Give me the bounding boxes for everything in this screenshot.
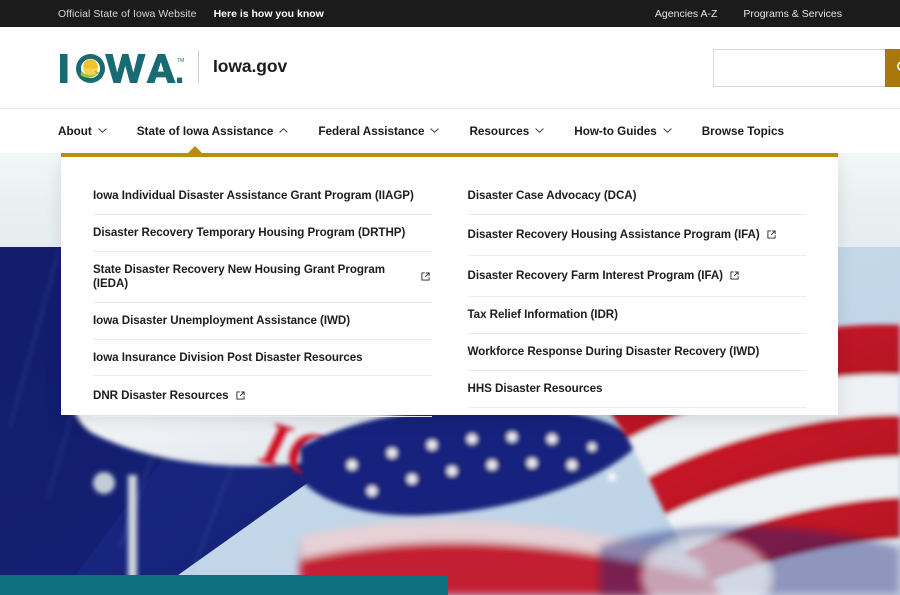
nav-label: Browse Topics: [701, 124, 784, 138]
nav-label: How-to Guides: [574, 124, 657, 138]
nav-label: Resources: [469, 124, 530, 138]
chevron-up-icon: [279, 126, 288, 134]
search-input[interactable]: [713, 48, 885, 87]
external-link-icon: [767, 226, 776, 244]
official-site-text: Official State of Iowa Website: [58, 7, 197, 20]
chevron-down-icon: [430, 126, 440, 134]
dropdown-item[interactable]: Disaster Case Advocacy (DCA): [467, 178, 806, 215]
nav-item-resources[interactable]: Resources: [469, 109, 544, 154]
primary-navigation: About State of Iowa Assistance Federal A…: [0, 108, 900, 153]
iowa-logo: TM: [58, 49, 186, 87]
dropdown-item[interactable]: Disaster Recovery Housing Assistance Pro…: [467, 215, 806, 256]
external-link-icon: [235, 387, 245, 405]
dropdown-item-label: Iowa Disaster Unemployment Assistance (I…: [93, 313, 351, 327]
site-title: Iowa.gov: [213, 56, 288, 76]
nav-label: About: [58, 124, 92, 138]
nav-item-about[interactable]: About: [58, 109, 107, 154]
dropdown-item[interactable]: Tax Relief Information (IDR): [467, 297, 806, 334]
svg-text:TM: TM: [177, 58, 184, 64]
agencies-a-z-link[interactable]: Agencies A-Z: [655, 8, 717, 20]
dropdown-item[interactable]: DNR Disaster Resources: [93, 376, 432, 418]
government-banner-links: Agencies A-Z Programs & Services: [655, 8, 842, 20]
site-header: TM Iowa.gov: [0, 27, 900, 108]
dropdown-item-label: Iowa Individual Disaster Assistance Gran…: [93, 189, 414, 202]
government-banner: Official State of Iowa Website Here is h…: [0, 0, 900, 27]
dropdown-item[interactable]: HHS Disaster Resources: [467, 371, 806, 408]
dropdown-item[interactable]: Iowa Insurance Division Post Disaster Re…: [93, 340, 432, 377]
dropdown-item-label: Workforce Response During Disaster Recov…: [467, 344, 760, 358]
government-banner-inner: Official State of Iowa Website Here is h…: [0, 8, 900, 20]
site-search: [713, 48, 900, 87]
chevron-down-icon: [535, 126, 544, 134]
programs-services-link[interactable]: Programs & Services: [743, 8, 842, 20]
dropdown-item-label: DNR Disaster Resources: [93, 389, 229, 403]
how-you-know-link[interactable]: Here is how you know: [214, 8, 324, 20]
dropdown-item-label: Disaster Recovery Housing Assistance Pro…: [467, 227, 760, 241]
dropdown-item[interactable]: Iowa Individual Disaster Assistance Gran…: [93, 178, 432, 215]
dropdown-item[interactable]: Workforce Response During Disaster Recov…: [467, 334, 806, 371]
dropdown-item[interactable]: State Disaster Recovery New Housing Gran…: [93, 252, 432, 303]
dropdown-column-left: Iowa Individual Disaster Assistance Gran…: [93, 178, 432, 418]
dropdown-pointer-arrow: [187, 146, 203, 154]
nav-label: State of Iowa Assistance: [136, 124, 274, 138]
brand-divider: [198, 50, 199, 84]
dropdown-item[interactable]: Disaster Recovery Farm Interest Program …: [467, 256, 806, 297]
site-logo-link[interactable]: TM Iowa.gov: [58, 49, 287, 87]
dropdown-item-label: HHS Disaster Resources: [467, 381, 603, 395]
dropdown-item[interactable]: Iowa Disaster Unemployment Assistance (I…: [93, 303, 432, 340]
external-link-icon: [730, 267, 739, 285]
dropdown-item-label: Tax Relief Information (IDR): [467, 307, 618, 321]
dropdown-item-label: Disaster Recovery Farm Interest Program …: [467, 268, 724, 282]
search-icon: [896, 60, 900, 75]
government-banner-left: Official State of Iowa Website Here is h…: [58, 8, 324, 20]
nav-item-state-of-iowa-assistance[interactable]: State of Iowa Assistance: [137, 109, 288, 154]
dropdown-item-label: Disaster Recovery Temporary Housing Prog…: [93, 225, 406, 239]
dropdown-column-right: Disaster Case Advocacy (DCA) Disaster Re…: [467, 178, 806, 417]
dropdown-item-label: Disaster Case Advocacy (DCA): [467, 189, 637, 202]
dropdown-columns: Iowa Individual Disaster Assistance Gran…: [61, 157, 838, 418]
dropdown-item[interactable]: Disaster Recovery Temporary Housing Prog…: [93, 215, 432, 252]
nav-label: Federal Assistance: [318, 124, 425, 138]
nav-item-federal-assistance[interactable]: Federal Assistance: [318, 109, 440, 154]
external-link-icon: [420, 268, 430, 286]
chevron-down-icon: [98, 126, 107, 134]
nav-item-how-to-guides[interactable]: How-to Guides: [574, 109, 672, 154]
search-button[interactable]: [885, 48, 900, 87]
page-root: Official State of Iowa Website Here is h…: [0, 0, 900, 595]
nav-item-browse-topics[interactable]: Browse Topics: [702, 109, 784, 154]
dropdown-item-label: State Disaster Recovery New Housing Gran…: [93, 262, 385, 290]
dropdown-item-label: Iowa Insurance Division Post Disaster Re…: [93, 350, 363, 364]
state-of-iowa-assistance-dropdown: Iowa Individual Disaster Assistance Gran…: [61, 146, 838, 418]
chevron-down-icon: [663, 126, 672, 134]
hero-accent-bar: [0, 575, 448, 595]
